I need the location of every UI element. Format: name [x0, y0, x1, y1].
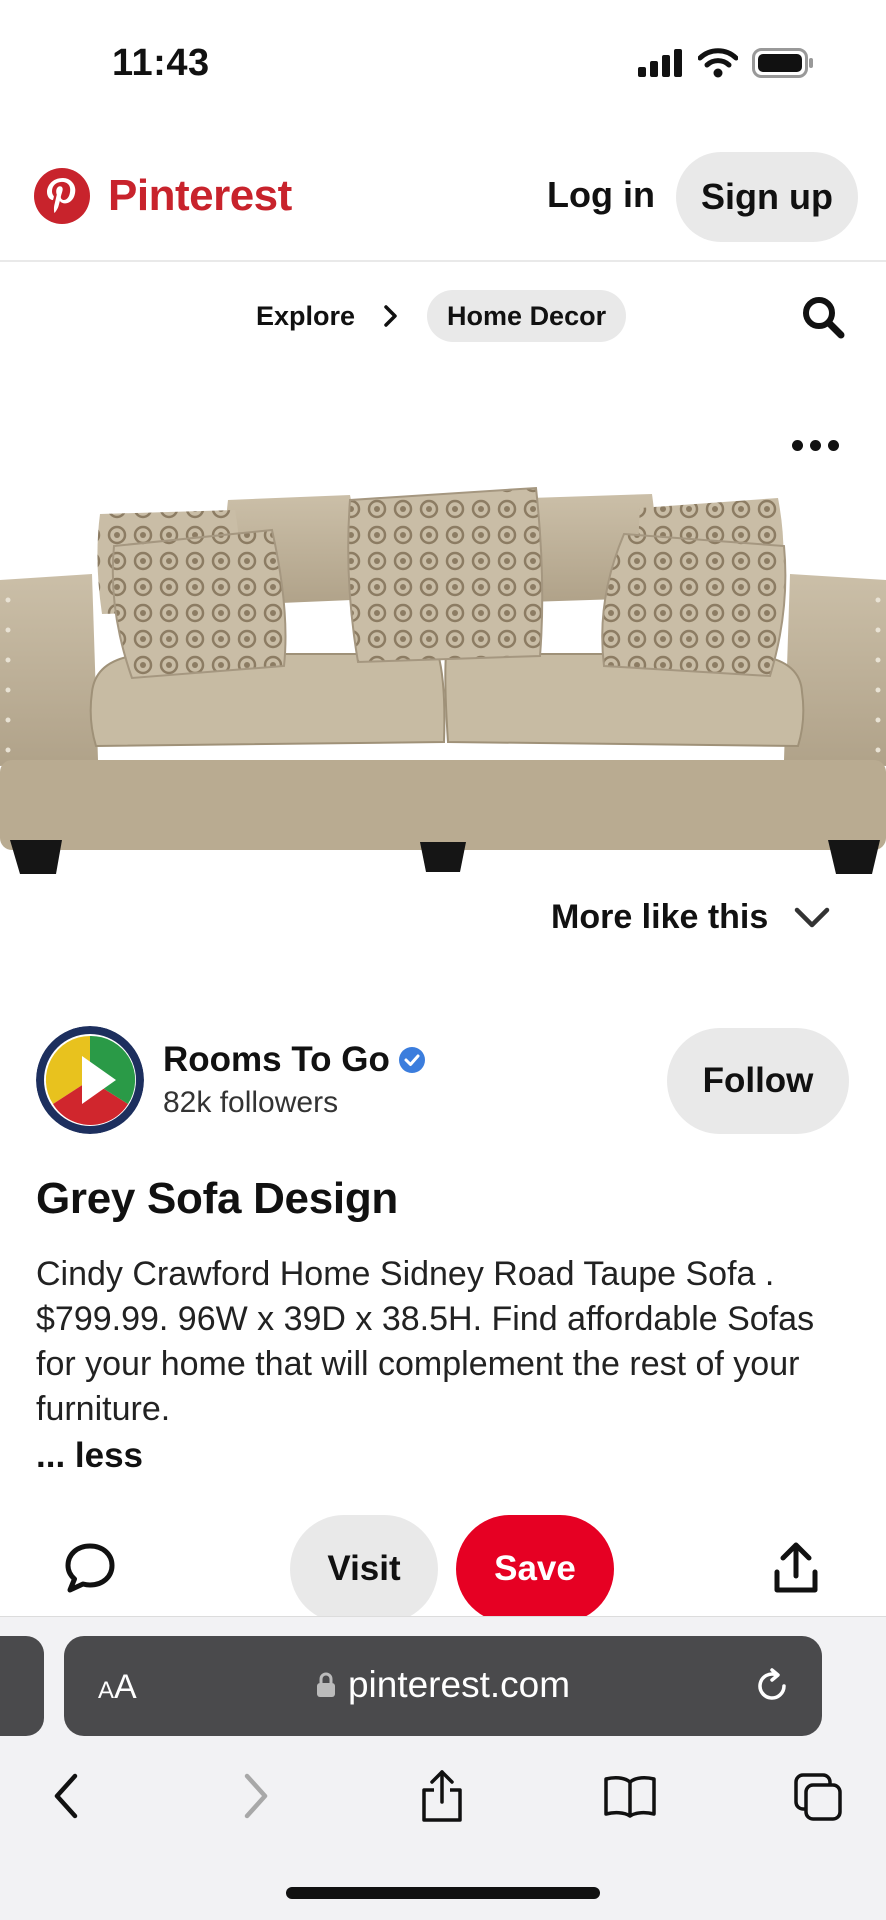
comment-icon[interactable] [62, 1540, 118, 1596]
pin-description: Cindy Crawford Home Sidney Road Taupe So… [36, 1255, 815, 1428]
pinterest-logo[interactable]: Pinterest [34, 168, 292, 224]
save-button[interactable]: Save [456, 1515, 614, 1623]
previous-tab-preview[interactable] [0, 1636, 44, 1736]
status-time: 11:43 [112, 42, 210, 84]
breadcrumb: Explore Home Decor [256, 290, 627, 342]
lock-icon [316, 1672, 335, 1697]
login-button[interactable]: Log in [547, 174, 655, 216]
more-like-this-label: More like this [551, 898, 769, 936]
follow-button[interactable]: Follow [667, 1028, 849, 1134]
avatar[interactable] [36, 1026, 144, 1134]
address-bar[interactable]: AA pinterest.com [64, 1636, 822, 1736]
status-bar: 11:43 [0, 0, 886, 130]
battery-icon [752, 48, 813, 78]
pin-title: Grey Sofa Design [36, 1174, 398, 1223]
search-icon[interactable] [800, 294, 846, 340]
brand-name: Pinterest [108, 171, 292, 220]
browser-nav-row [0, 1758, 886, 1834]
home-indicator [286, 1887, 600, 1899]
breadcrumb-category-chip[interactable]: Home Decor [427, 290, 627, 342]
share-icon[interactable] [772, 1540, 820, 1596]
chevron-down-icon [795, 907, 830, 927]
safari-share-icon[interactable] [412, 1766, 472, 1826]
reload-icon[interactable] [752, 1666, 792, 1706]
bookmarks-icon[interactable] [600, 1766, 660, 1826]
url-display[interactable]: pinterest.com [64, 1664, 822, 1706]
site-header: Pinterest Log in Sign up [0, 130, 886, 262]
creator-name-text: Rooms To Go [163, 1040, 390, 1079]
pinterest-logo-icon [34, 168, 90, 224]
follower-count: 82k followers [163, 1086, 339, 1119]
chevron-right-icon [383, 305, 399, 327]
signal-icon [638, 49, 682, 77]
verified-badge-icon [398, 1047, 425, 1073]
creator-name[interactable]: Rooms To Go [163, 1040, 426, 1080]
more-like-this-button[interactable]: More like this [551, 898, 830, 937]
wifi-icon [698, 48, 738, 78]
pin-image[interactable] [0, 470, 886, 890]
show-less-link[interactable]: ... less [36, 1436, 143, 1476]
more-icon[interactable] [788, 430, 842, 460]
status-icons [638, 48, 814, 78]
visit-button[interactable]: Visit [290, 1515, 438, 1623]
url-text: pinterest.com [347, 1664, 571, 1705]
tabs-icon[interactable] [788, 1766, 848, 1826]
back-icon[interactable] [36, 1766, 96, 1826]
forward-icon[interactable] [226, 1766, 286, 1826]
breadcrumb-explore-link[interactable]: Explore [256, 301, 355, 332]
signup-button[interactable]: Sign up [676, 152, 858, 242]
